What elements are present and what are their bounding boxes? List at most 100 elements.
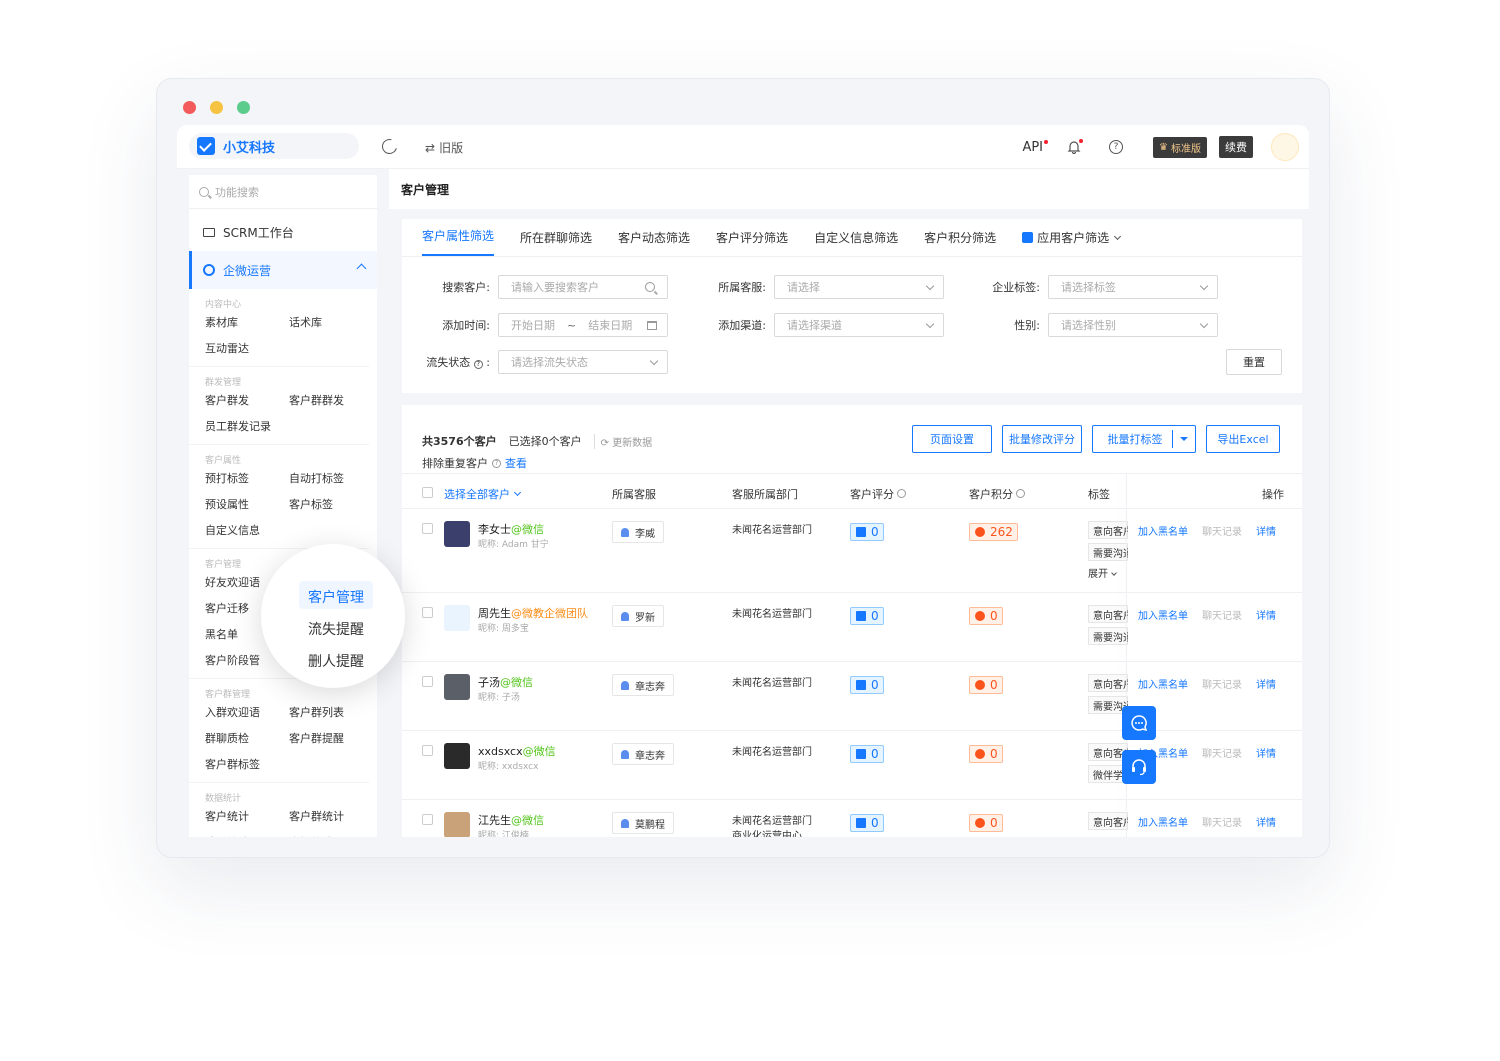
date-range-picker[interactable]: 开始日期 ~ 结束日期: [498, 313, 668, 337]
sidebar-item-wecom-ops[interactable]: 企微运营: [189, 251, 377, 289]
customer-points[interactable]: 0: [969, 676, 1003, 694]
view-link[interactable]: 查看: [505, 455, 527, 471]
refresh-link[interactable]: ⟳ 更新数据: [593, 433, 652, 449]
chat-history-link[interactable]: 聊天记录: [1202, 814, 1242, 829]
sidebar-subitem[interactable]: 话术库: [289, 314, 373, 330]
sidebar-subitem[interactable]: 客户标签: [289, 496, 373, 512]
detail-link[interactable]: 详情: [1256, 814, 1276, 829]
filter-tab[interactable]: 客户属性筛选: [422, 227, 495, 256]
staff-select[interactable]: 请选择: [774, 275, 944, 299]
chat-history-link[interactable]: 聊天记录: [1202, 523, 1242, 538]
support-float-button[interactable]: [1122, 750, 1156, 784]
sidebar-subitem[interactable]: 群聊质检: [205, 730, 289, 746]
api-link[interactable]: API: [1022, 139, 1049, 155]
customer-points[interactable]: 0: [969, 745, 1003, 763]
customer-name[interactable]: xxdsxcx@微信: [478, 743, 556, 759]
select-all-checkbox[interactable]: [422, 487, 433, 498]
staff-chip[interactable]: 章志奔: [612, 674, 674, 696]
table-action-button[interactable]: 批量打标签: [1092, 425, 1196, 453]
sidebar-subitem[interactable]: 客户群统计: [289, 808, 373, 824]
edition-badge[interactable]: ♛ 标准版: [1153, 136, 1207, 158]
user-avatar[interactable]: [1271, 133, 1299, 161]
customer-name[interactable]: 周先生@微教企微团队: [478, 605, 588, 621]
filter-tab[interactable]: 客户评分筛选: [716, 229, 788, 256]
customer-score[interactable]: 0: [850, 745, 884, 763]
lens-item-churn-alert[interactable]: 流失提醒: [308, 619, 364, 639]
question-icon[interactable]: ?: [492, 458, 501, 468]
sidebar-item-workbench[interactable]: SCRM工作台: [189, 213, 377, 251]
table-action-button[interactable]: 页面设置: [912, 425, 992, 453]
churn-select[interactable]: 请选择流失状态: [498, 350, 668, 374]
help-icon[interactable]: ?: [1109, 140, 1124, 154]
customer-points[interactable]: 0: [969, 607, 1003, 625]
lens-item-customer-mgmt[interactable]: 客户管理: [308, 587, 364, 607]
staff-chip[interactable]: 李威: [612, 521, 664, 543]
channel-select[interactable]: 请选择渠道: [774, 313, 944, 337]
sidebar-subitem[interactable]: 客户群提醒: [289, 730, 373, 746]
sidebar-subitem[interactable]: 自定义信息: [205, 522, 289, 538]
question-icon[interactable]: ?: [473, 360, 483, 369]
row-checkbox[interactable]: [422, 676, 433, 687]
sidebar-subitem[interactable]: 预打标签: [205, 470, 289, 486]
filter-tab[interactable]: 客户动态筛选: [618, 229, 690, 256]
customer-points[interactable]: 0: [969, 814, 1003, 832]
table-action-button[interactable]: 批量修改评分: [1002, 425, 1082, 453]
filter-tab[interactable]: 应用客户筛选: [1022, 229, 1122, 256]
expand-tags-link[interactable]: 展开: [1088, 565, 1128, 580]
customer-name[interactable]: 江先生@微信: [478, 812, 544, 828]
renew-button[interactable]: 续费: [1219, 136, 1253, 158]
brand-logo[interactable]: 小艾科技: [189, 133, 359, 159]
sidebar-subitem[interactable]: 入群欢迎语: [205, 704, 289, 720]
filter-tab[interactable]: 客户积分筛选: [924, 229, 996, 256]
sidebar-subitem[interactable]: 客户群标签: [205, 756, 289, 772]
staff-chip[interactable]: 章志奔: [612, 743, 674, 765]
chat-history-link[interactable]: 聊天记录: [1202, 745, 1242, 760]
customer-score[interactable]: 0: [850, 607, 884, 625]
blacklist-link[interactable]: 加入黑名单: [1138, 814, 1188, 829]
close-dot[interactable]: [183, 101, 196, 114]
sidebar-subitem[interactable]: 客户群列表: [289, 704, 373, 720]
row-checkbox[interactable]: [422, 523, 433, 534]
question-icon[interactable]: [897, 489, 906, 498]
detail-link[interactable]: 详情: [1256, 607, 1276, 622]
customer-name[interactable]: 李女士@微信: [478, 521, 544, 537]
minimize-dot[interactable]: [210, 101, 223, 114]
maximize-dot[interactable]: [237, 101, 250, 114]
sidebar-subitem[interactable]: 客户群群发: [289, 392, 373, 408]
blacklist-link[interactable]: 加入黑名单: [1138, 523, 1188, 538]
row-checkbox[interactable]: [422, 607, 433, 618]
detail-link[interactable]: 详情: [1256, 745, 1276, 760]
customer-score[interactable]: 0: [850, 523, 884, 541]
sidebar-subitem[interactable]: 客户统计: [205, 808, 289, 824]
sidebar-subitem[interactable]: 预设属性: [205, 496, 289, 512]
function-search[interactable]: 功能搜索: [189, 175, 377, 209]
sidebar-subitem[interactable]: 员工群发记录: [205, 418, 289, 434]
question-icon[interactable]: [1016, 489, 1025, 498]
gender-select[interactable]: 请选择性别: [1048, 313, 1218, 337]
customer-name[interactable]: 子汤@微信: [478, 674, 533, 690]
customer-points[interactable]: 262: [969, 523, 1018, 541]
column-header[interactable]: 选择全部客户: [444, 486, 522, 502]
sidebar-subitem[interactable]: 成员统计: [205, 834, 289, 837]
chat-float-button[interactable]: [1122, 706, 1156, 740]
staff-chip[interactable]: 罗新: [612, 605, 664, 627]
row-checkbox[interactable]: [422, 745, 433, 756]
customer-score[interactable]: 0: [850, 814, 884, 832]
filter-tab[interactable]: 所在群聊筛选: [520, 229, 592, 256]
table-action-button[interactable]: 导出Excel: [1206, 425, 1280, 453]
chat-history-link[interactable]: 聊天记录: [1202, 607, 1242, 622]
sidebar-subitem[interactable]: 素材库: [205, 314, 289, 330]
row-checkbox[interactable]: [422, 814, 433, 825]
search-customer-input[interactable]: 请输入要搜索客户: [498, 275, 668, 299]
filter-tab[interactable]: 自定义信息筛选: [814, 229, 898, 256]
staff-chip[interactable]: 莫鹏程: [612, 812, 674, 834]
sidebar-subitem[interactable]: 直播统计: [289, 834, 373, 837]
reset-button[interactable]: 重置: [1226, 349, 1282, 375]
detail-link[interactable]: 详情: [1256, 523, 1276, 538]
sidebar-subitem[interactable]: 客户群发: [205, 392, 289, 408]
detail-link[interactable]: 详情: [1256, 676, 1276, 691]
sidebar-subitem[interactable]: 互动雷达: [205, 340, 289, 356]
old-version-link[interactable]: ⇄ 旧版: [425, 139, 463, 156]
lens-item-delete-alert[interactable]: 删人提醒: [308, 651, 364, 671]
tag-select[interactable]: 请选择标签: [1048, 275, 1218, 299]
